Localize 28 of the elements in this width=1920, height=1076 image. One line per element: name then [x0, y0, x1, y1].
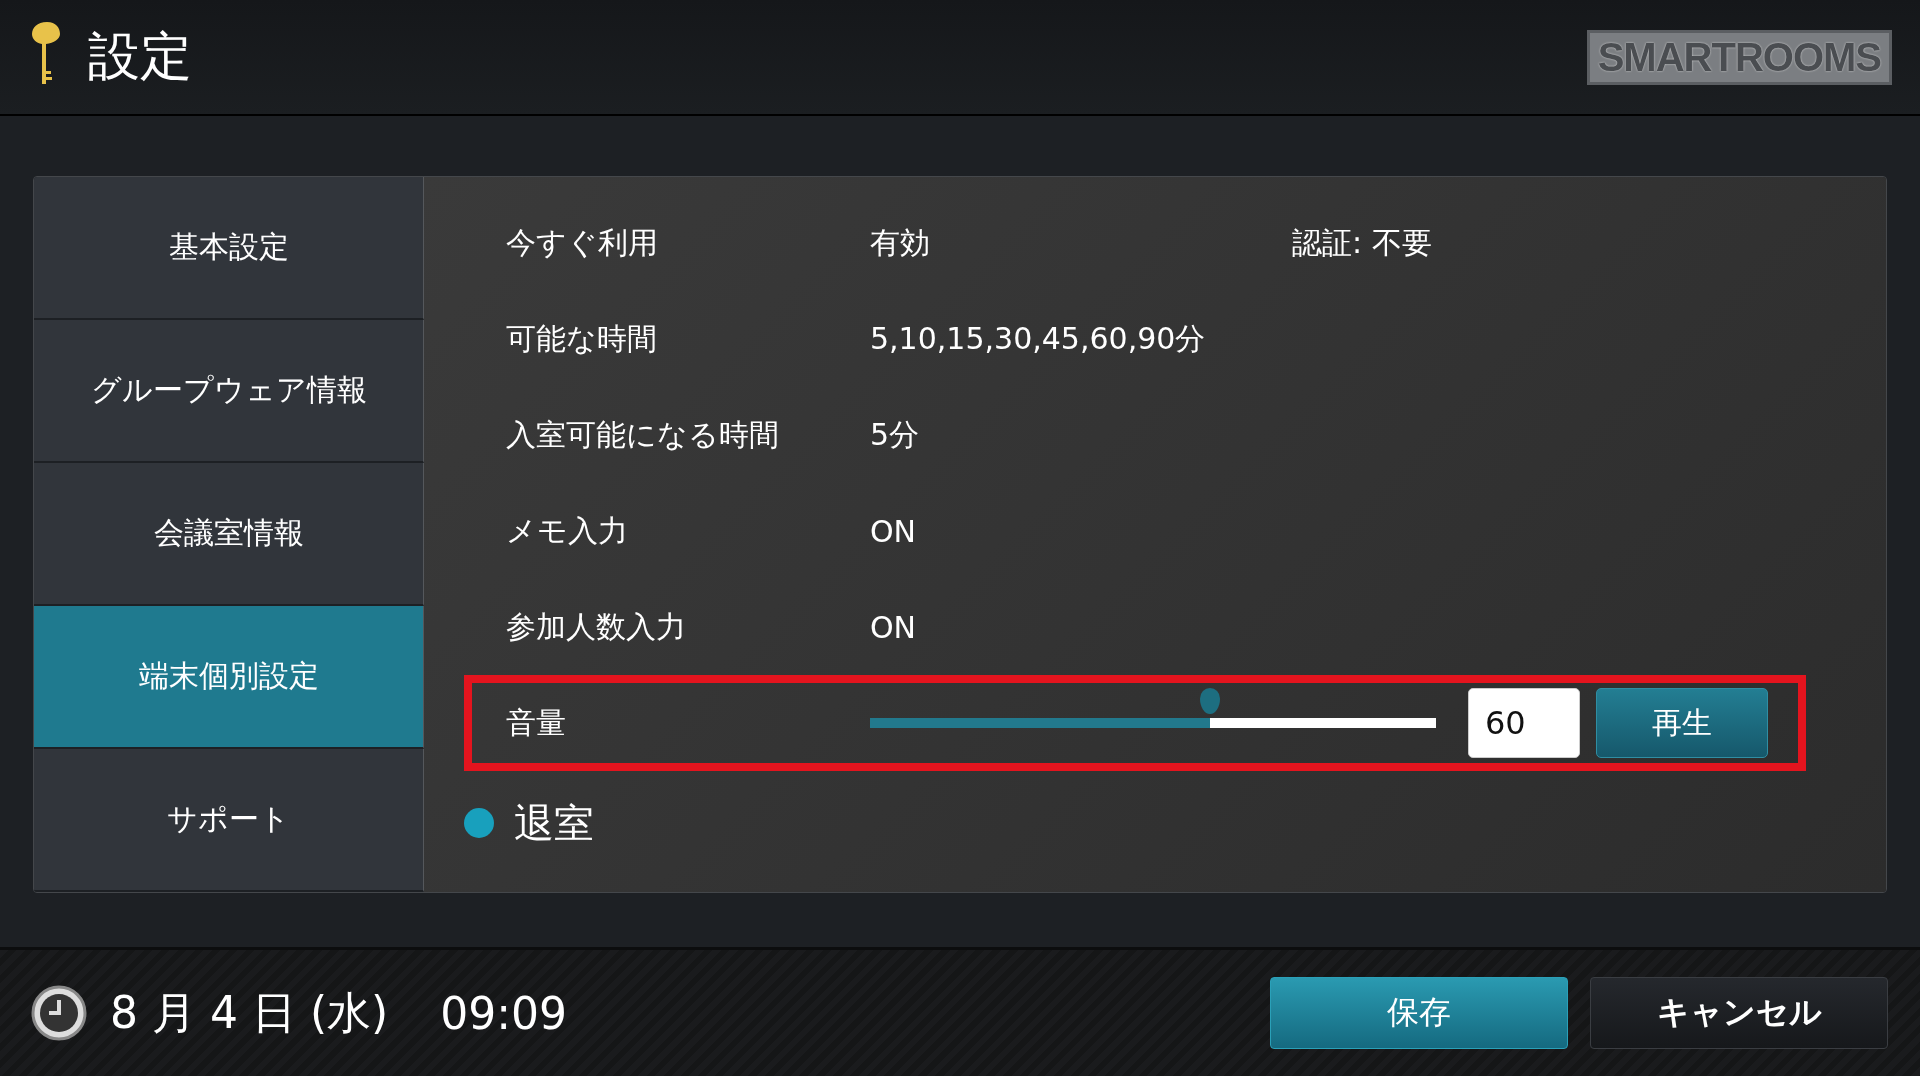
setting-label: 参加人数入力: [506, 607, 687, 646]
setting-label: 可能な時間: [506, 319, 658, 358]
setting-value: ON: [870, 609, 918, 645]
bullet-icon: [464, 808, 494, 838]
setting-label: 入室可能になる時間: [506, 415, 780, 454]
setting-value: ON: [870, 513, 918, 549]
cancel-button[interactable]: キャンセル: [1590, 977, 1888, 1049]
sidebar-item[interactable]: サポート: [34, 749, 424, 892]
sidebar-item[interactable]: 端末個別設定: [34, 606, 424, 749]
setting-value: 有効: [870, 223, 931, 262]
setting-label: メモ入力: [506, 511, 629, 550]
setting-value: 5,10,15,30,45,60,90分: [870, 319, 1207, 358]
page-title: 設定: [88, 25, 193, 88]
section-title: 退室: [514, 798, 594, 848]
clock-icon: [30, 984, 88, 1042]
volume-field[interactable]: 60: [1468, 688, 1580, 758]
time-text: 09:09: [440, 987, 569, 1039]
play-button[interactable]: 再生: [1596, 688, 1768, 758]
sidebar-item[interactable]: グループウェア情報: [34, 320, 424, 463]
save-button[interactable]: 保存: [1270, 977, 1568, 1049]
setting-label: 音量: [506, 703, 567, 742]
setting-label: 今すぐ利用: [506, 223, 659, 262]
sidebar-item[interactable]: 会議室情報: [34, 463, 424, 606]
sidebar-item[interactable]: 基本設定: [34, 177, 424, 320]
setting-note: 認証: 不要: [1292, 223, 1433, 262]
slider-thumb[interactable]: [1199, 688, 1220, 714]
date-text: 8 月 4 日 (水): [110, 985, 389, 1040]
setting-value: 5分: [870, 415, 921, 454]
